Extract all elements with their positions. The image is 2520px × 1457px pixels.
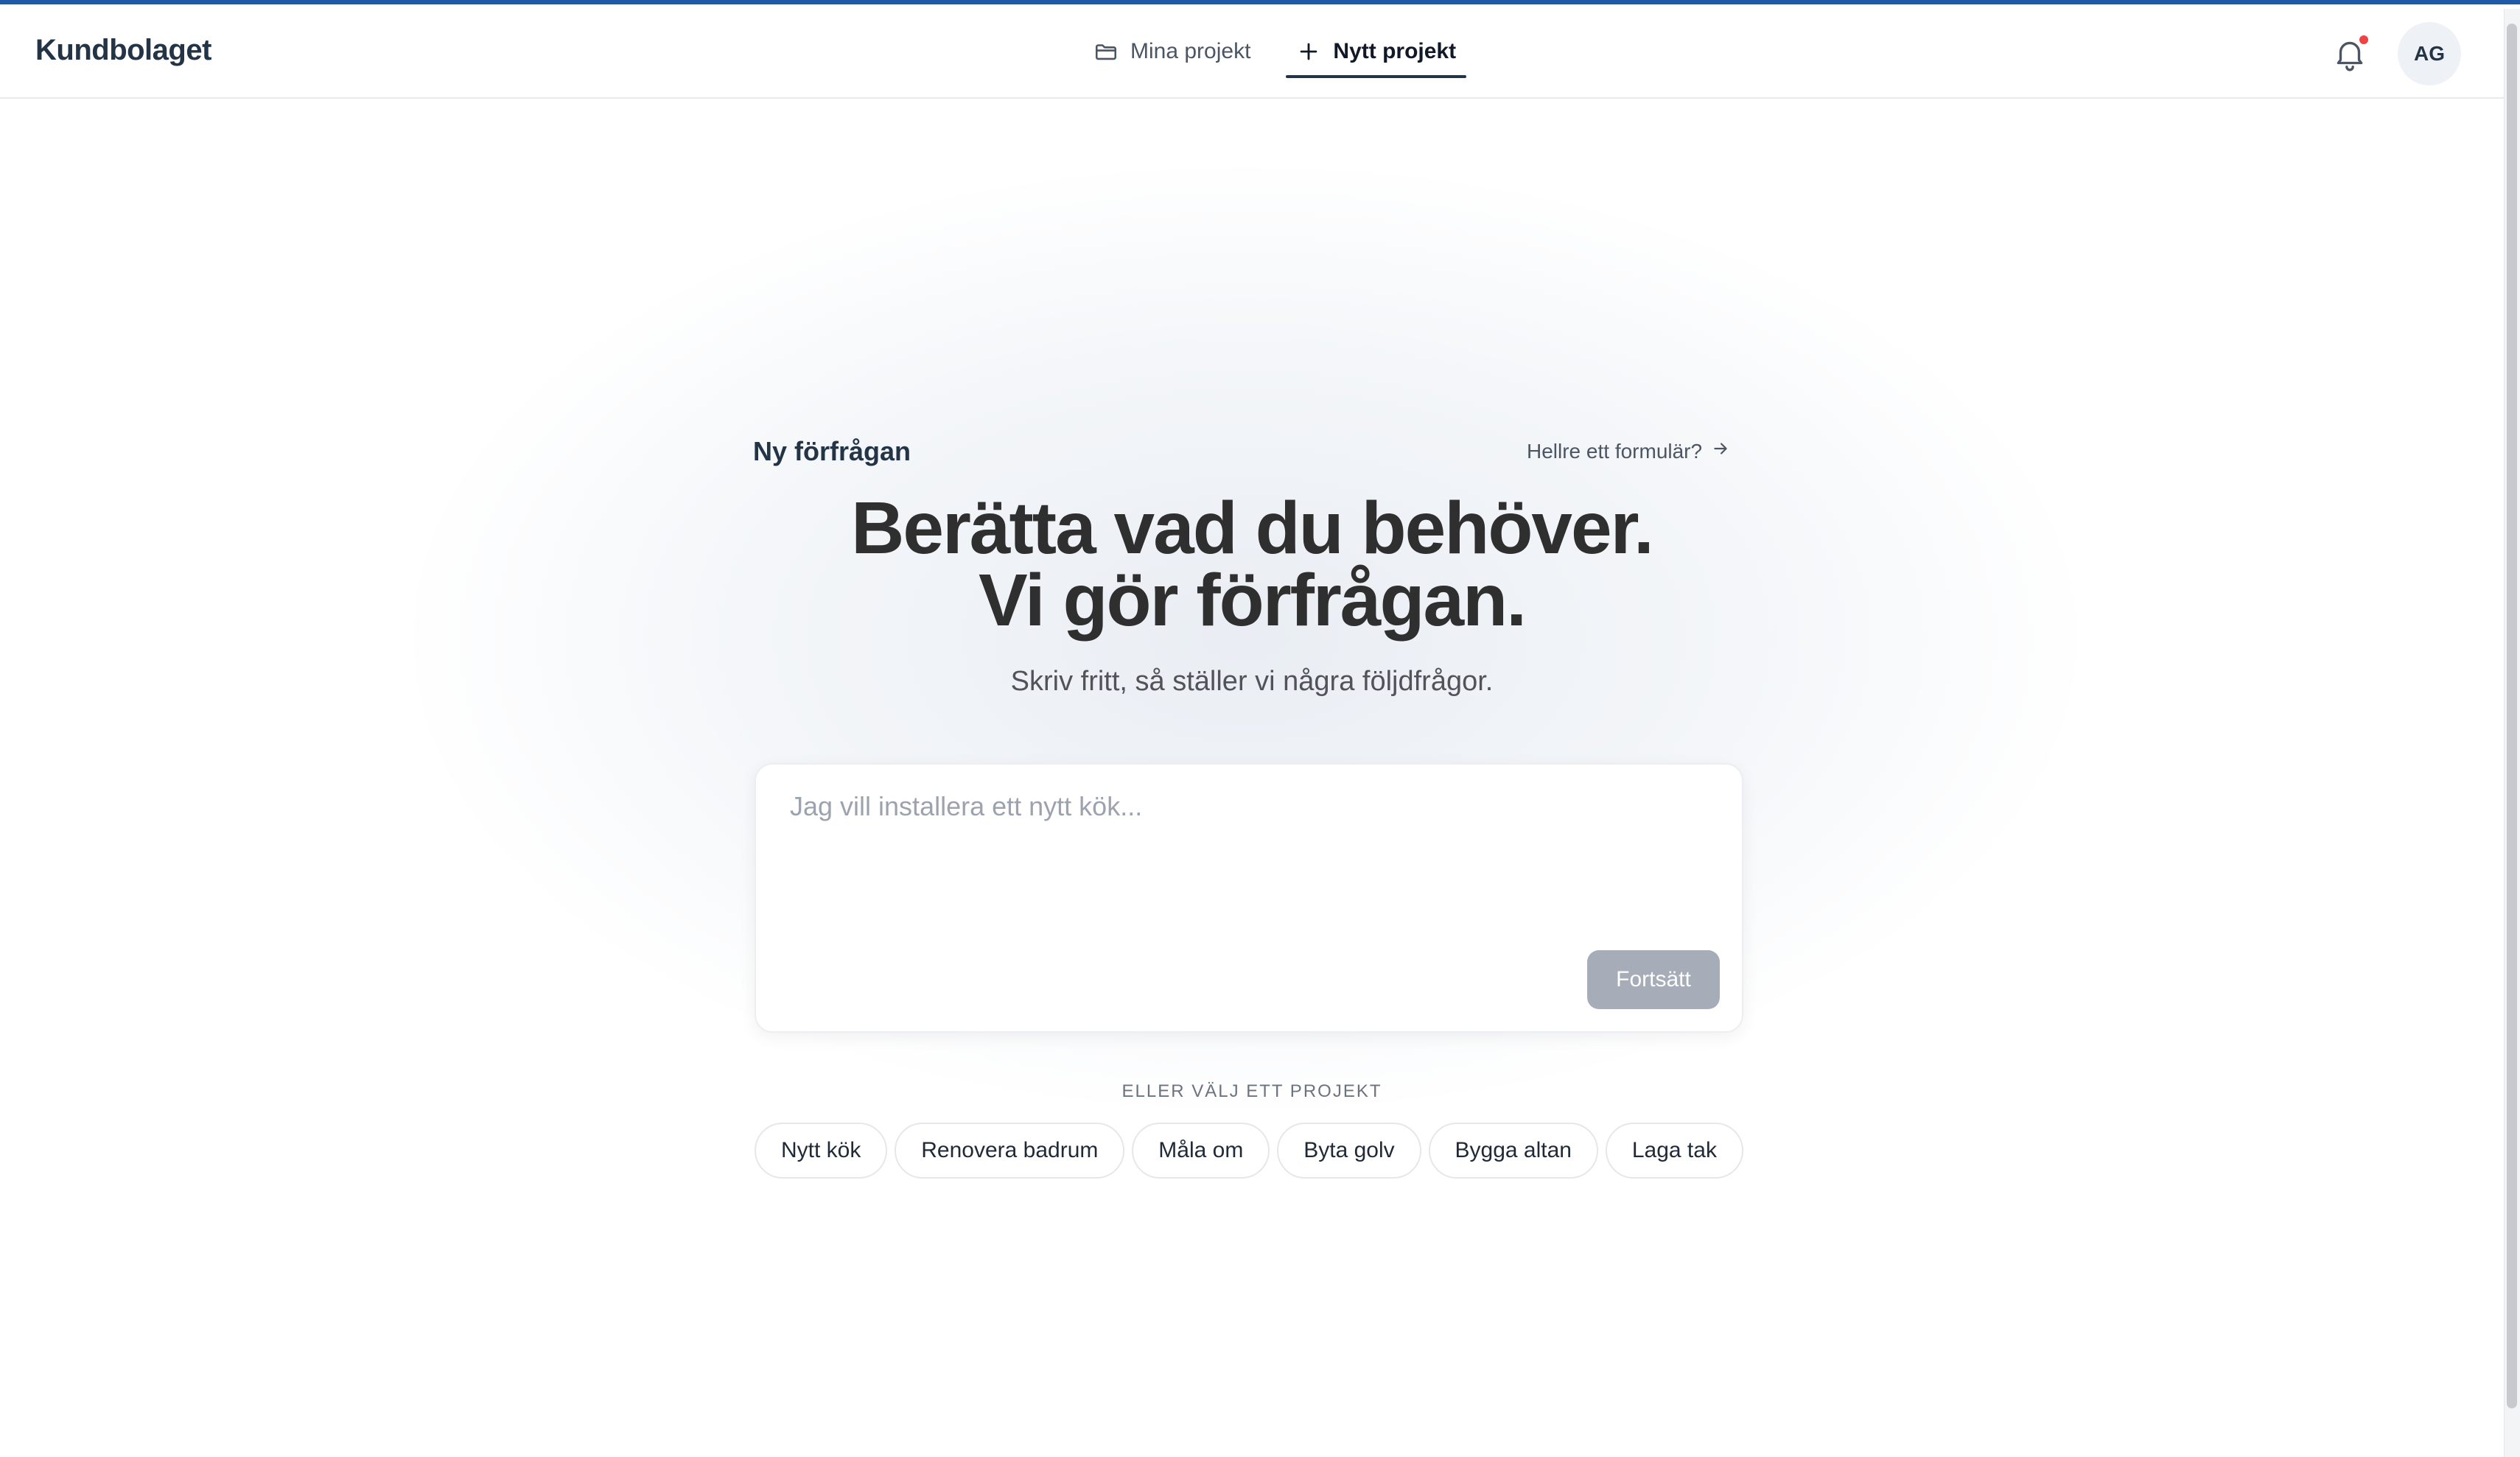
nav-item-label: Nytt projekt (1333, 39, 1457, 63)
prompt-card: Fortsätt (755, 763, 1743, 1033)
scrollbar[interactable] (2504, 9, 2520, 1457)
nav-item-my-projects[interactable]: Mina projekt (1083, 4, 1261, 99)
arrow-right-icon (1711, 439, 1730, 463)
subtitle: Skriv fritt, så ställer vi några följdfr… (1010, 666, 1494, 697)
notification-badge (2358, 34, 2370, 46)
headline-line-2: Vi gör förfrågan. (978, 559, 1527, 642)
project-chip[interactable]: Laga tak (1605, 1123, 1743, 1179)
section-label: Ny förfrågan (753, 436, 911, 466)
prompt-input[interactable] (790, 791, 1704, 938)
project-chip[interactable]: Byta golv (1277, 1123, 1421, 1179)
headline-line-1: Berätta vad du behöver. (851, 487, 1654, 569)
folder-icon (1093, 39, 1119, 64)
form-link[interactable]: Hellre ett formulär? (1527, 439, 1730, 463)
project-chip[interactable]: Måla om (1132, 1123, 1270, 1179)
form-link-label: Hellre ett formulär? (1527, 439, 1703, 463)
app-window: Kundbolaget Mina projekt Nytt projekt AG… (0, 0, 2520, 1457)
scrollbar-thumb[interactable] (2507, 24, 2517, 1408)
project-chip[interactable]: Bygga altan (1428, 1123, 1598, 1179)
main-nav: Mina projekt Nytt projekt (1083, 4, 1466, 99)
avatar[interactable]: AG (2398, 22, 2461, 85)
or-choose-label: ELLER VÄLJ ETT PROJEKT (1121, 1081, 1382, 1101)
top-bar: Kundbolaget Mina projekt Nytt projekt AG (0, 4, 2504, 99)
brand-logo[interactable]: Kundbolaget (35, 34, 211, 67)
page-title: Berätta vad du behöver. Vi gör förfrågan… (0, 487, 2504, 642)
nav-item-new-project[interactable]: Nytt projekt (1286, 4, 1466, 99)
project-chips: Nytt kök Renovera badrum Måla om Byta go… (755, 1123, 1743, 1179)
plus-icon (1296, 39, 1321, 64)
project-chip[interactable]: Nytt kök (755, 1123, 888, 1179)
project-chip[interactable]: Renovera badrum (895, 1123, 1125, 1179)
nav-item-label: Mina projekt (1130, 39, 1251, 63)
continue-button[interactable]: Fortsätt (1587, 950, 1720, 1009)
